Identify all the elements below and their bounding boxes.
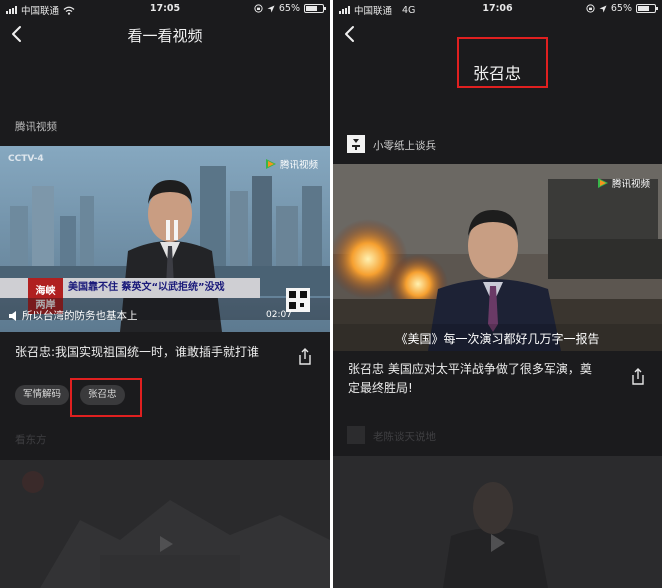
next-video-thumbnail[interactable]	[333, 456, 662, 588]
video-caption[interactable]: 张召忠 美国应对太平洋战争做了很多军演，奠定最终胜局!	[348, 360, 598, 398]
phone-right: 中国联通 4G 17:06 65% 张召忠 小零纸上谈兵 腾讯视频 《美国》每一…	[333, 0, 662, 588]
nav-bar: 看一看视频	[0, 18, 330, 50]
location-icon	[599, 5, 607, 12]
orientation-lock-icon	[254, 4, 263, 13]
video-watermark: 腾讯视频	[597, 176, 650, 190]
orientation-lock-icon	[586, 4, 595, 13]
video-player[interactable]: 腾讯视频 《美国》每一次演习都好几万字一报告	[333, 164, 662, 351]
volume-icon[interactable]	[8, 310, 22, 322]
share-icon[interactable]	[297, 348, 313, 366]
video-frame: 海峡 两岸	[0, 146, 330, 332]
status-bar: 中国联通 17:05 65%	[0, 0, 330, 18]
video-subtitle: 所以台湾的防务也基本上	[22, 310, 138, 322]
highlight-box	[70, 378, 142, 417]
phone-left: 中国联通 17:05 65% 看一看视频 腾讯视频 海峡 CCTV-4 腾讯视频…	[0, 0, 330, 588]
location-icon	[267, 5, 275, 12]
screenshot-stage: 中国联通 17:05 65% 看一看视频 腾讯视频 海峡 CCTV-4 腾讯视频…	[0, 0, 662, 588]
battery-icon	[304, 4, 326, 13]
video-player[interactable]: 海峡 两岸 CCTV-4 腾讯视频 美国靠不住 蔡英文“以武拒统”没戏 所以台湾…	[0, 146, 330, 332]
svg-text:海峡: 海峡	[36, 284, 56, 297]
video-frame	[333, 164, 662, 351]
tencent-video-logo-icon	[265, 159, 276, 169]
video-subtitle: 《美国》每一次演习都好几万字一报告	[395, 332, 600, 346]
video-caption[interactable]: 张召忠:我国实现祖国统一时，谁敢插手就打谁	[15, 343, 265, 362]
tencent-video-logo-icon	[597, 178, 608, 188]
back-chevron-icon[interactable]	[343, 25, 355, 43]
station-logo: CCTV-4	[8, 154, 44, 164]
status-bar: 中国联通 4G 17:06 65%	[333, 0, 662, 18]
video-watermark: 腾讯视频	[265, 157, 318, 171]
battery-percent: 65%	[610, 3, 632, 14]
highlight-box	[457, 37, 548, 88]
channel-name[interactable]: 小零纸上谈兵	[373, 138, 436, 153]
channel-name[interactable]: 腾讯视频	[15, 119, 57, 134]
tag-military[interactable]: 军情解码	[15, 385, 70, 405]
battery-icon	[636, 4, 658, 13]
page-title: 看一看视频	[127, 27, 203, 45]
share-icon[interactable]	[630, 368, 646, 386]
video-timestamp: 02:07	[266, 310, 292, 320]
next-channel-avatar-icon[interactable]	[347, 426, 365, 444]
next-channel-name[interactable]: 看东方	[15, 432, 47, 447]
next-video-thumbnail[interactable]	[0, 460, 330, 588]
pause-icon[interactable]	[166, 220, 178, 240]
news-headline: 美国靠不住 蔡英文“以武拒统”没戏	[68, 282, 225, 293]
battery-percent: 65%	[278, 3, 300, 14]
channel-avatar-icon[interactable]	[347, 135, 365, 153]
next-channel-name[interactable]: 老陈谈天说地	[373, 429, 436, 444]
